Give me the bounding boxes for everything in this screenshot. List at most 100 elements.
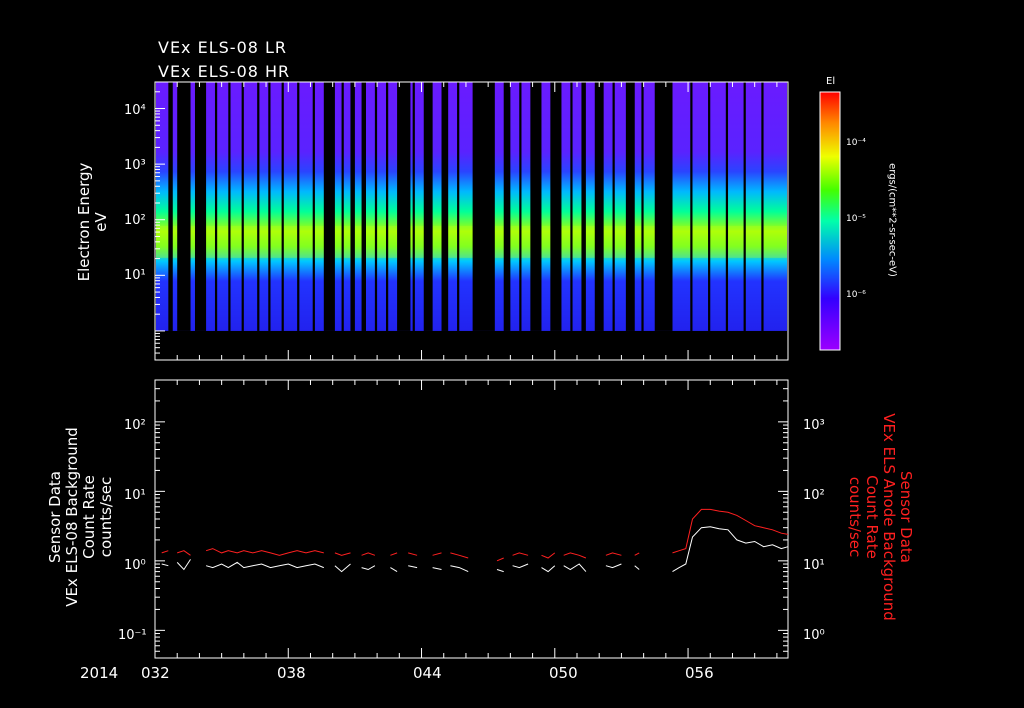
spectrogram-layer [156,82,787,331]
white-series-line [450,565,469,573]
red-series-line [390,552,398,556]
spectrogram-gap [423,82,433,331]
top-ytick-1e1: 10¹ [124,268,146,283]
spectrogram-gap [385,82,389,331]
left-ytick-1e1: 10¹ [124,488,146,503]
spectrogram-gap [268,82,271,331]
colorbar-top-label: El [826,76,836,87]
spectrogram-gap [743,82,746,331]
spectrogram-gap [625,82,635,331]
left-ytick-1e2: 10² [124,418,146,433]
white-series-line [541,565,556,573]
white-series-line [176,559,191,571]
spectrogram-gap [570,82,573,331]
spectrogram-gap [519,82,522,331]
right-y-label-line4: counts/sec [846,476,864,558]
colorbar-tick-1e-6: 10⁻⁶ [846,290,866,300]
bottom-right-y-axis-title: Sensor Data VEx ELS Anode Background Cou… [846,413,915,621]
spectrogram-gap [725,82,729,331]
red-series-line [605,552,622,556]
spectrogram-gap [530,82,542,331]
spectrogram-gap [177,82,191,331]
xtick-050: 050 [549,664,578,682]
spectrogram-gap [503,82,511,331]
spectrogram-gap [612,82,615,331]
spectrogram-gap [397,82,411,331]
right-ytick-1e1: 10¹ [803,558,825,573]
series-layer [161,508,789,573]
spectrogram-gap [297,82,300,331]
plot-title-lr: VEx ELS-08 LR [158,38,288,57]
white-series-line [512,563,529,569]
plot-canvas: VEx ELS-08 LR VEx ELS-08 HR Electron Ene… [0,0,1024,708]
x-year-label: 2014 [80,664,119,682]
red-series-line [205,548,324,556]
spectrogram-gap [412,82,415,331]
xtick-056: 056 [685,664,714,682]
colorbar-unit-label: ergs/(cm**2-sr-sec-eV) [886,163,898,277]
spectrogram-gap [641,82,644,331]
spectrogram-gap [361,82,366,331]
left-y-label-line1: Sensor Data [46,471,64,563]
left-ytick-1e-1: 10⁻¹ [118,628,147,643]
red-series-line [432,552,442,556]
right-ytick-1e3: 10³ [803,418,825,433]
red-series-line [563,552,587,559]
right-y-label-line1: Sensor Data [897,471,915,563]
red-series-line [450,552,469,559]
top-y-label-line1: Electron Energy [75,162,93,282]
white-series-line [334,563,351,573]
spectrogram-gap [312,82,315,331]
spectrogram-gap [374,82,378,331]
spectrogram-gap [228,82,231,331]
spectrogram-gap [457,82,460,331]
spectrogram-gap [241,82,244,331]
spectrogram-gap [214,82,218,331]
white-series-line [563,563,587,572]
red-series-line [541,552,556,559]
white-series-line [672,526,789,573]
spectrogram-gap [281,82,284,331]
right-y-label-line2: VEx ELS Anode Background [880,413,898,621]
colorbar-tick-1e-5: 10⁻⁵ [846,214,866,224]
white-series-line [205,561,324,569]
left-y-label-line2: VEx ELS-08 Background [63,427,81,607]
spectrogram-gap [581,82,586,331]
white-series-line [361,565,376,571]
right-y-label-line3: Count Rate [863,475,881,559]
red-series-line [361,552,376,556]
top-ytick-1e4: 10⁴ [124,103,146,118]
spectrogram-gap [194,82,207,331]
red-series-line [512,552,529,556]
top-ytick-1e3: 10³ [124,158,146,173]
plot-title-hr: VEx ELS-08 HR [158,62,291,81]
top-ytick-1e2: 10² [124,213,146,228]
right-ytick-1e0: 10⁰ [803,628,825,643]
spectrogram-gap [341,82,344,331]
colorbar [819,91,841,351]
red-series-line [634,552,640,556]
white-series-line [161,563,169,567]
spectrogram-gap [350,82,355,331]
colorbar-tick-1e-4: 10⁻⁴ [846,138,866,148]
xtick-044: 044 [413,664,442,682]
bottom-left-y-axis-title: Sensor Data VEx ELS-08 Background Count … [46,427,115,607]
red-series-line [408,552,418,556]
left-ytick-1e0: 10⁰ [124,558,146,573]
spectrogram-gap [472,82,495,331]
red-series-line [177,550,191,556]
red-series-line [496,557,504,562]
spectrogram-gap [168,82,173,331]
spectrogram-gap [708,82,711,331]
spectrogram-gap [257,82,260,331]
left-y-label-line3: Count Rate [80,475,98,559]
spectrogram-gap [323,82,335,331]
spectrogram-gap [441,82,449,331]
white-series-line [634,565,640,570]
xtick-032: 032 [141,664,170,682]
top-y-axis-title: Electron Energy eV [75,162,110,282]
white-series-line [605,563,622,569]
spectrogram-gap [761,82,764,331]
white-series-line [432,567,442,570]
right-ytick-1e2: 10² [803,488,825,503]
